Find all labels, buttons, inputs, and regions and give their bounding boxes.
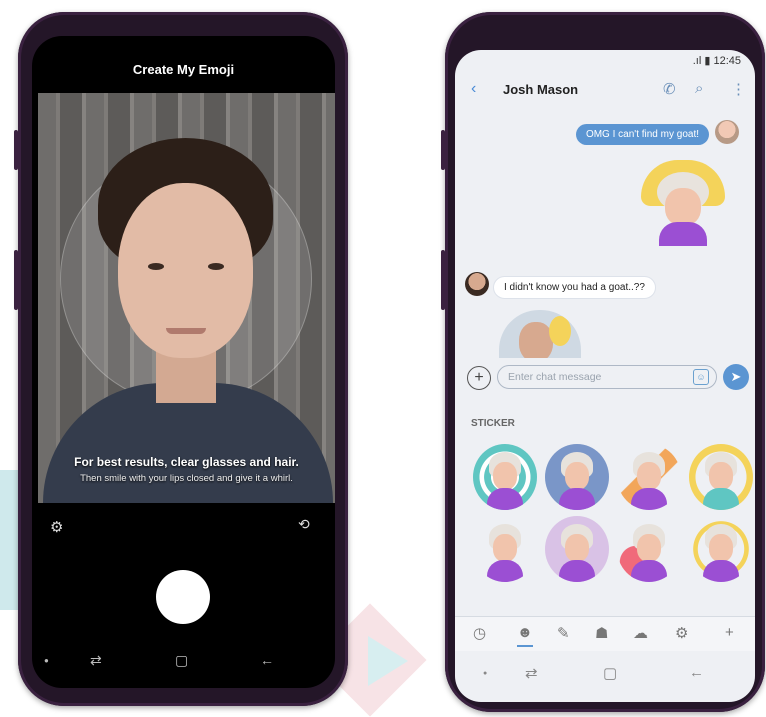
phone-icon[interactable]: ✆ — [663, 80, 676, 98]
home-icon[interactable]: ▢ — [175, 652, 188, 669]
signal-icon: .ıl ▮ — [692, 55, 711, 67]
send-button[interactable]: ➤ — [723, 364, 749, 390]
sticker-icon[interactable]: ☺ — [693, 369, 709, 385]
volume-button — [441, 130, 445, 170]
recent-clock-icon[interactable]: ◷ — [473, 624, 486, 642]
sticker-item[interactable] — [473, 444, 537, 510]
sticker-item[interactable] — [473, 516, 537, 582]
dot-icon: ● — [483, 670, 488, 677]
compose-row: + Enter chat message ☺ ➤ — [465, 364, 751, 392]
status-bar: .ıl ▮ 12:45 — [693, 54, 741, 67]
chat-message-input[interactable]: Enter chat message — [497, 365, 717, 389]
avatar — [465, 272, 489, 296]
camera-screen: Create My Emoji For best results, clear … — [32, 36, 335, 688]
sticker-item[interactable] — [689, 516, 753, 582]
avatar — [715, 120, 739, 144]
back-icon[interactable]: ← — [689, 664, 704, 681]
person-mouth — [166, 328, 206, 334]
search-icon[interactable]: ⌕ — [695, 80, 703, 97]
my-emoji-tab-icon[interactable]: ☻ — [517, 624, 533, 647]
contact-name: Josh Mason — [503, 82, 579, 97]
sticker-pack-icon[interactable]: ☗ — [595, 624, 608, 642]
camera-preview: For best results, clear glasses and hair… — [38, 93, 335, 503]
person-eye — [148, 263, 164, 270]
flip-camera-icon[interactable]: ⟲ — [298, 516, 314, 532]
bixby-button — [441, 250, 445, 310]
person-eye — [208, 263, 224, 270]
screen-title: Create My Emoji — [132, 62, 235, 77]
dot-icon: ● — [44, 656, 49, 665]
bixby-button — [14, 250, 18, 310]
sticker-item[interactable] — [617, 516, 681, 582]
shutter-button[interactable] — [156, 570, 210, 624]
sticker-item[interactable] — [617, 444, 681, 510]
nav-bar: ● ⇄ ▢ ← — [455, 656, 755, 696]
hint-secondary: Then smile with your lips closed and giv… — [80, 473, 293, 484]
home-icon[interactable]: ▢ — [603, 664, 617, 682]
sticker-pack-icon[interactable]: ☁ — [633, 624, 648, 642]
chat-header: ‹ Josh Mason ✆ ⌕ ⋮ — [455, 76, 755, 108]
sticker-tab-bar: ◷ ☻ ✎ ☗ ☁ ⚙ + — [455, 616, 755, 651]
sticker-section-label: STICKER — [471, 418, 515, 429]
more-vertical-icon[interactable]: ⋮ — [731, 80, 746, 98]
sticker-item[interactable] — [689, 444, 753, 510]
recents-icon[interactable]: ⇄ — [525, 664, 538, 682]
nav-bar: ● ⇄ ▢ ← — [32, 646, 335, 676]
volume-button — [14, 130, 18, 170]
hint-primary: For best results, clear glasses and hair… — [74, 455, 299, 469]
sticker-item[interactable] — [545, 444, 609, 510]
sticker-pack-icon[interactable]: ✎ — [557, 624, 570, 642]
sent-emoji-sticker[interactable] — [641, 160, 725, 246]
add-attachment-button[interactable]: + — [467, 366, 491, 390]
recents-icon[interactable]: ⇄ — [90, 652, 102, 669]
status-time: 12:45 — [713, 55, 741, 67]
received-emoji-sticker[interactable] — [499, 310, 581, 358]
message-outgoing: OMG I can't find my goat! — [575, 124, 709, 145]
sticker-item[interactable] — [545, 516, 609, 582]
back-arrow-icon[interactable]: ‹ — [471, 80, 476, 98]
add-sticker-icon[interactable]: + — [725, 624, 734, 641]
settings-gear-icon[interactable]: ⚙ — [50, 518, 66, 536]
chat-screen: .ıl ▮ 12:45 ‹ Josh Mason ✆ ⌕ ⋮ OMG I can… — [455, 50, 755, 702]
back-icon[interactable]: ← — [260, 652, 274, 668]
message-incoming: I didn't know you had a goat..?? — [493, 276, 656, 299]
settings-gear-icon[interactable]: ⚙ — [675, 624, 688, 642]
